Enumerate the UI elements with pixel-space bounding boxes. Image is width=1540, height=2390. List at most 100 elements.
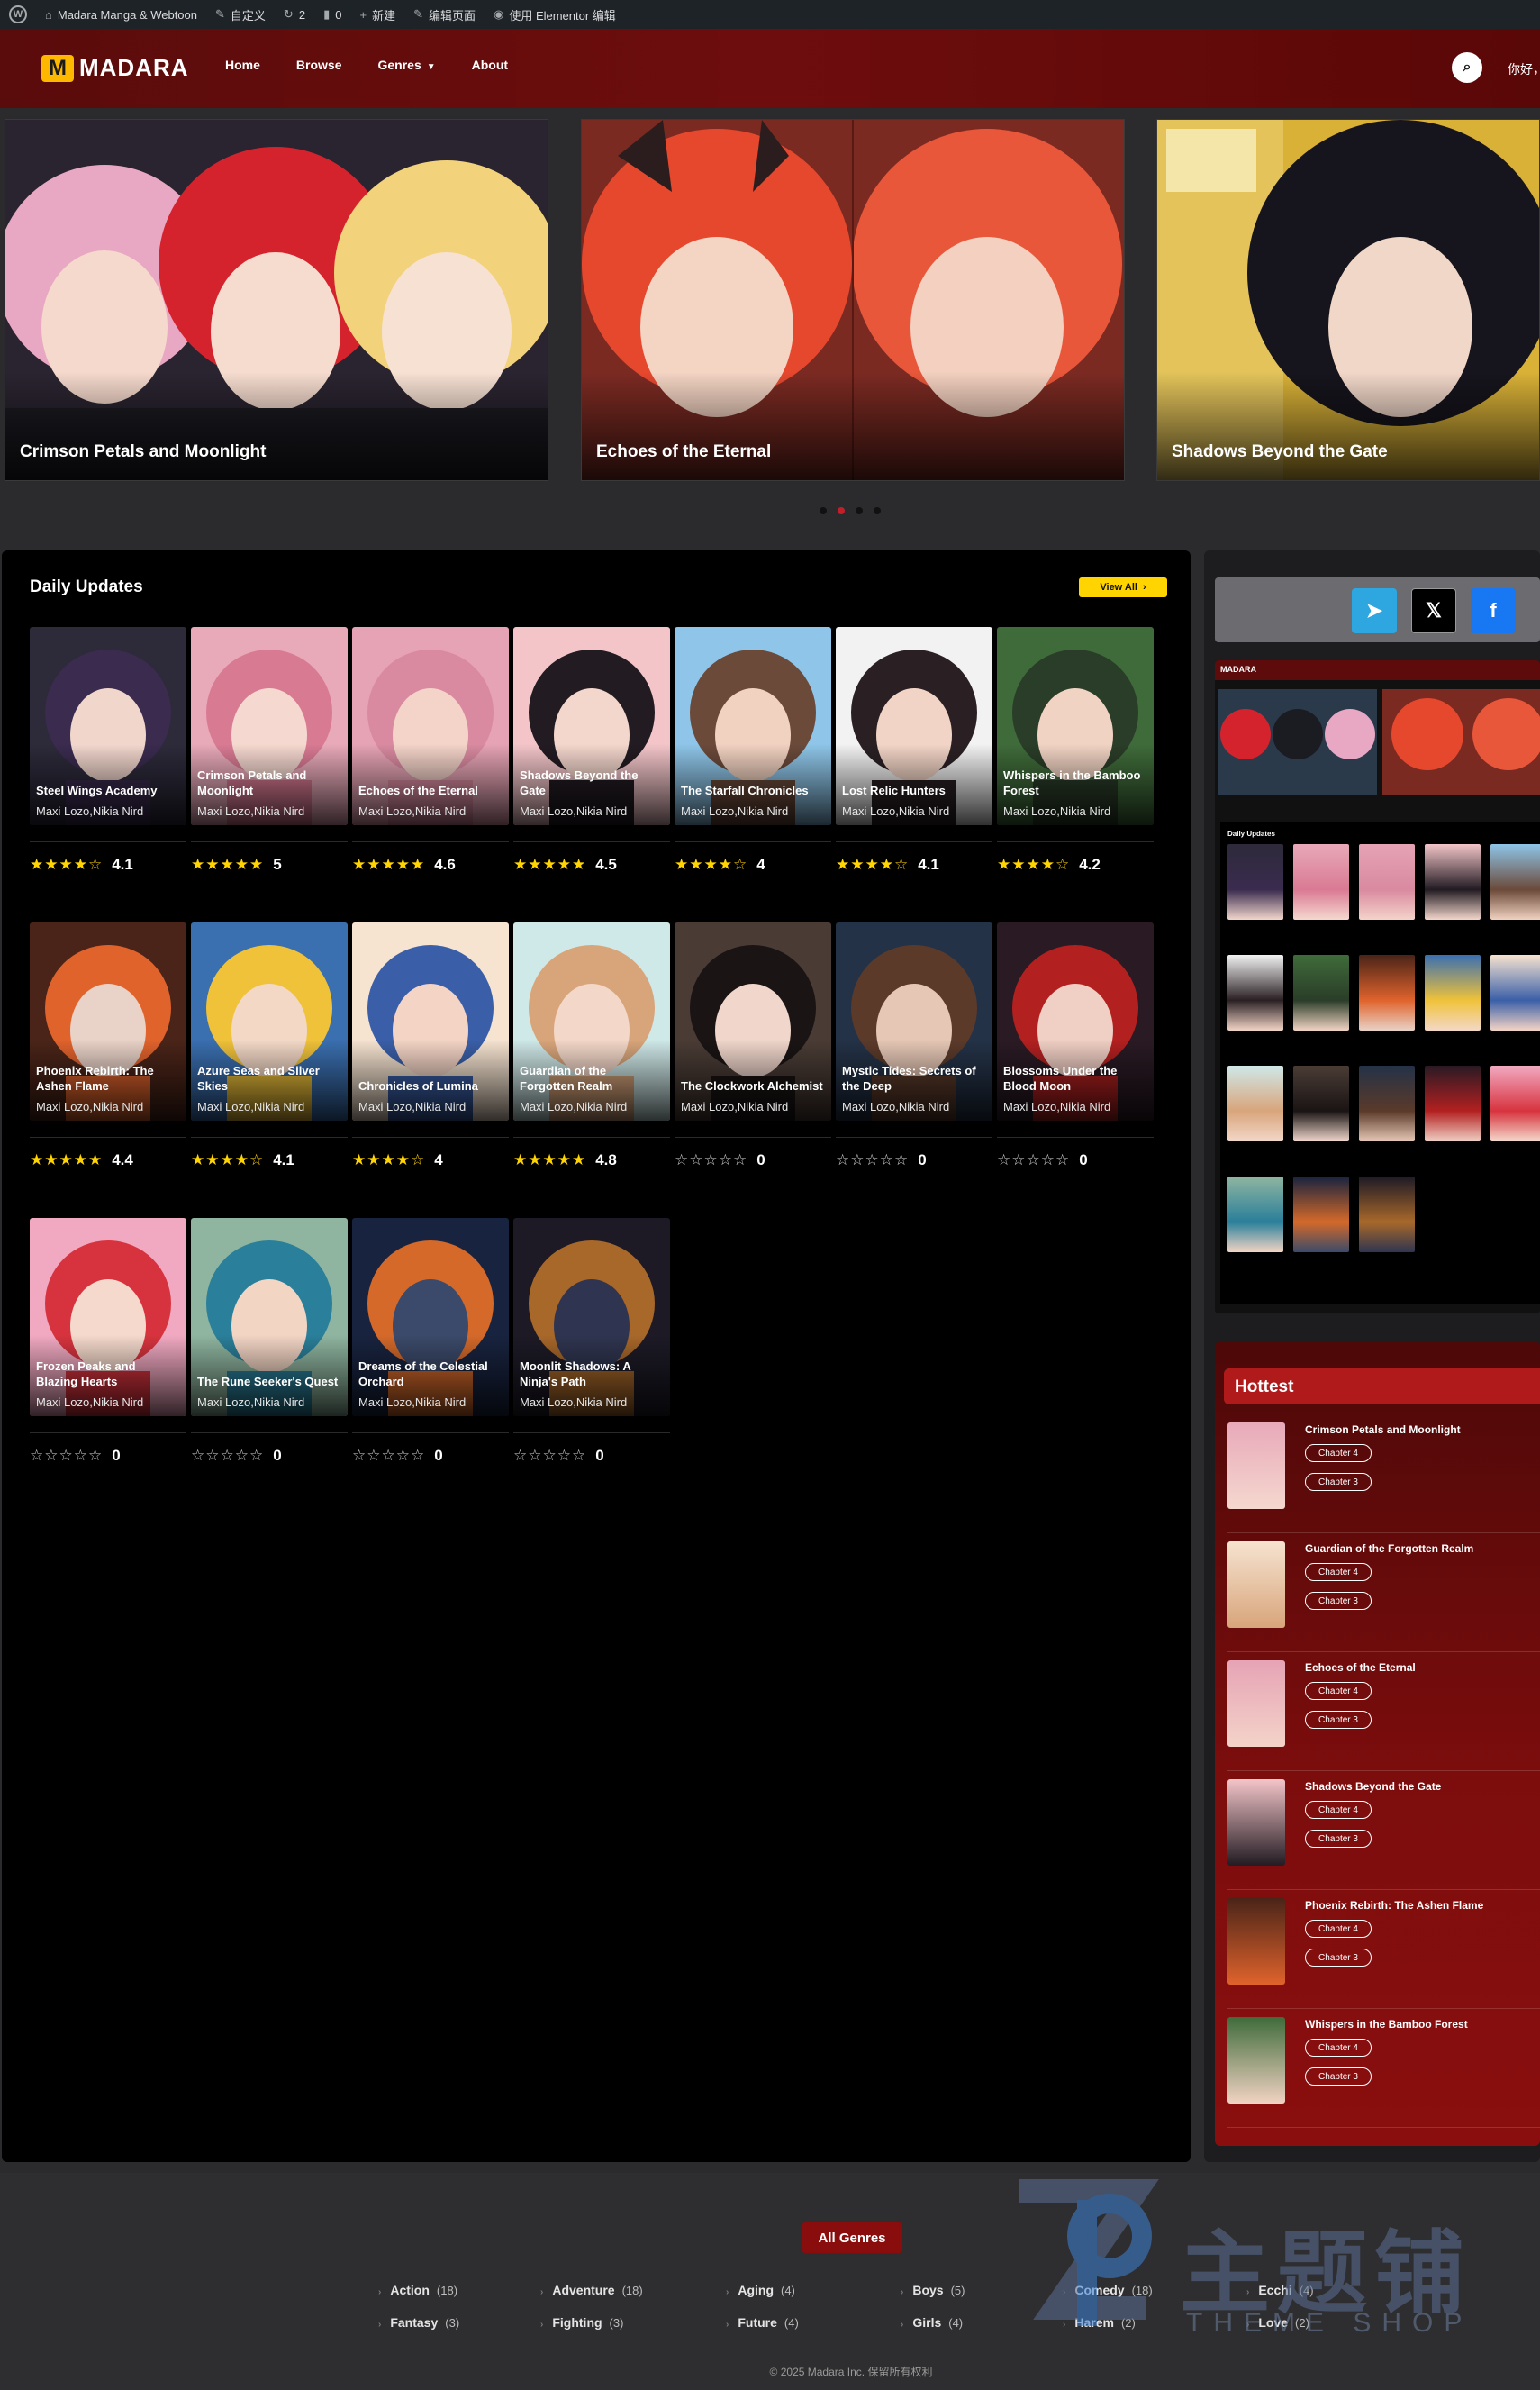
manga-card[interactable]: Lost Relic Hunters Maxi Lozo,Nikia Nird ★★… — [836, 627, 992, 906]
manga-card[interactable]: Blossoms Under the Blood Moon Maxi Lozo,N… — [997, 922, 1154, 1202]
manga-title[interactable]: Crimson Petals and Moonlight — [197, 768, 341, 798]
manga-title[interactable]: Dreams of the Celestial Orchard — [358, 1359, 503, 1389]
manga-cover[interactable]: Blossoms Under the Blood Moon Maxi Lozo,N… — [997, 922, 1154, 1121]
slider-dot-1[interactable] — [820, 507, 827, 514]
nav-home[interactable]: Home — [225, 58, 260, 72]
chapter-link[interactable]: Chapter 4 — [1305, 1563, 1372, 1581]
manga-cover[interactable]: Lost Relic Hunters Maxi Lozo,Nikia Nird — [836, 627, 992, 825]
manga-card[interactable]: Guardian of the Forgotten Realm Maxi Lozo… — [513, 922, 670, 1202]
manga-card[interactable]: Moonlit Shadows: A Ninja's Path Maxi Lozo… — [513, 1218, 670, 1497]
manga-cover[interactable]: The Rune Seeker's Quest Maxi Lozo,Nikia N… — [191, 1218, 348, 1416]
manga-title[interactable]: Blossoms Under the Blood Moon — [1003, 1063, 1147, 1094]
manga-cover[interactable]: Moonlit Shadows: A Ninja's Path Maxi Lozo… — [513, 1218, 670, 1416]
manga-title[interactable]: Lost Relic Hunters — [842, 783, 986, 798]
manga-author[interactable]: Maxi Lozo,Nikia Nird — [197, 804, 304, 818]
hottest-name[interactable]: Shadows Beyond the Gate — [1305, 1780, 1441, 1793]
chapter-link[interactable]: Chapter 3 — [1305, 1592, 1372, 1610]
manga-cover[interactable]: Dreams of the Celestial Orchard Maxi Lozo… — [352, 1218, 509, 1416]
manga-title[interactable]: The Rune Seeker's Quest — [197, 1374, 341, 1389]
chapter-link[interactable]: Chapter 3 — [1305, 1949, 1372, 1967]
manga-author[interactable]: Maxi Lozo,Nikia Nird — [197, 1100, 304, 1113]
slide-3[interactable]: Shadows Beyond the Gate — [1156, 119, 1540, 481]
manga-card[interactable]: Steel Wings Academy Maxi Lozo,Nikia Nird ★… — [30, 627, 186, 906]
search-button[interactable]: ⌕ — [1452, 52, 1482, 83]
manga-card[interactable]: Whispers in the Bamboo Forest Maxi Lozo,N… — [997, 627, 1154, 906]
manga-cover[interactable]: Mystic Tides: Secrets of the Deep Maxi Lo… — [836, 922, 992, 1121]
customize-link[interactable]: ✎ 自定义 — [206, 0, 275, 29]
manga-author[interactable]: Maxi Lozo,Nikia Nird — [520, 1395, 627, 1409]
manga-author[interactable]: Maxi Lozo,Nikia Nird — [842, 804, 949, 818]
slider-dot-3[interactable] — [856, 507, 863, 514]
site-name-link[interactable]: ⌂ Madara Manga & Webtoon — [36, 0, 206, 29]
slide-3-title[interactable]: Shadows Beyond the Gate — [1172, 442, 1388, 462]
chapter-link[interactable]: Chapter 4 — [1305, 1801, 1372, 1819]
slide-1-title[interactable]: Crimson Petals and Moonlight — [20, 442, 266, 462]
genre-link[interactable]: › Boys (5) — [901, 2283, 965, 2297]
hottest-name[interactable]: Guardian of the Forgotten Realm — [1305, 1542, 1473, 1555]
manga-author[interactable]: Maxi Lozo,Nikia Nird — [197, 1395, 304, 1409]
manga-title[interactable]: Echoes of the Eternal — [358, 783, 503, 798]
genre-link[interactable]: › Fighting (3) — [540, 2315, 623, 2330]
view-all-button[interactable]: View All › — [1079, 577, 1167, 597]
x-button[interactable]: 𝕏 — [1411, 588, 1456, 633]
site-preview-image[interactable]: MADARA Daily Updates — [1215, 660, 1540, 1313]
manga-title[interactable]: Guardian of the Forgotten Realm — [520, 1063, 664, 1094]
chapter-link[interactable]: Chapter 4 — [1305, 2039, 1372, 2057]
chapter-link[interactable]: Chapter 3 — [1305, 1473, 1372, 1491]
hottest-thumb[interactable] — [1227, 2017, 1285, 2104]
manga-card[interactable]: Shadows Beyond the Gate Maxi Lozo,Nikia N… — [513, 627, 670, 906]
hottest-thumb[interactable] — [1227, 1541, 1285, 1628]
manga-author[interactable]: Maxi Lozo,Nikia Nird — [1003, 1100, 1110, 1113]
hottest-thumb[interactable] — [1227, 1779, 1285, 1866]
nav-genres[interactable]: Genres ▼ — [377, 58, 435, 72]
slide-1[interactable]: Crimson Petals and Moonlight — [5, 119, 548, 481]
hottest-thumb[interactable] — [1227, 1898, 1285, 1985]
manga-title[interactable]: Whispers in the Bamboo Forest — [1003, 768, 1147, 798]
hottest-name[interactable]: Phoenix Rebirth: The Ashen Flame — [1305, 1899, 1483, 1912]
manga-cover[interactable]: Shadows Beyond the Gate Maxi Lozo,Nikia N… — [513, 627, 670, 825]
manga-card[interactable]: The Clockwork Alchemist Maxi Lozo,Nikia N… — [675, 922, 831, 1202]
chapter-link[interactable]: Chapter 3 — [1305, 1711, 1372, 1729]
slider-dot-4[interactable] — [874, 507, 881, 514]
manga-author[interactable]: Maxi Lozo,Nikia Nird — [681, 804, 788, 818]
site-logo[interactable]: M MADARA — [41, 54, 189, 82]
manga-title[interactable]: Moonlit Shadows: A Ninja's Path — [520, 1359, 664, 1389]
manga-title[interactable]: Frozen Peaks and Blazing Hearts — [36, 1359, 180, 1389]
manga-author[interactable]: Maxi Lozo,Nikia Nird — [1003, 804, 1110, 818]
manga-card[interactable]: Crimson Petals and Moonlight Maxi Lozo,Ni… — [191, 627, 348, 906]
slide-2-title[interactable]: Echoes of the Eternal — [596, 442, 771, 462]
chapter-link[interactable]: Chapter 3 — [1305, 1830, 1372, 1848]
manga-author[interactable]: Maxi Lozo,Nikia Nird — [36, 1395, 143, 1409]
chapter-link[interactable]: Chapter 4 — [1305, 1444, 1372, 1462]
comments-link[interactable]: ▮ 0 — [314, 0, 350, 29]
updates-link[interactable]: ↻ 2 — [275, 0, 314, 29]
manga-author[interactable]: Maxi Lozo,Nikia Nird — [842, 1100, 949, 1113]
genre-link[interactable]: › Future (4) — [726, 2315, 799, 2330]
nav-about[interactable]: About — [472, 58, 508, 72]
manga-cover[interactable]: Guardian of the Forgotten Realm Maxi Lozo… — [513, 922, 670, 1121]
manga-title[interactable]: Mystic Tides: Secrets of the Deep — [842, 1063, 986, 1094]
manga-card[interactable]: Phoenix Rebirth: The Ashen Flame Maxi Loz… — [30, 922, 186, 1202]
chapter-link[interactable]: Chapter 3 — [1305, 2067, 1372, 2086]
manga-author[interactable]: Maxi Lozo,Nikia Nird — [358, 1395, 466, 1409]
hottest-name[interactable]: Whispers in the Bamboo Forest — [1305, 2018, 1468, 2031]
hottest-name[interactable]: Echoes of the Eternal — [1305, 1661, 1416, 1674]
genre-link[interactable]: › Girls (4) — [901, 2315, 963, 2330]
manga-card[interactable]: Dreams of the Celestial Orchard Maxi Lozo… — [352, 1218, 509, 1497]
manga-title[interactable]: The Clockwork Alchemist — [681, 1078, 825, 1094]
hottest-thumb[interactable] — [1227, 1422, 1285, 1509]
manga-title[interactable]: Azure Seas and Silver Skies — [197, 1063, 341, 1094]
manga-title[interactable]: The Starfall Chronicles — [681, 783, 825, 798]
elementor-edit-link[interactable]: ◉ 使用 Elementor 编辑 — [485, 0, 625, 29]
manga-cover[interactable]: Crimson Petals and Moonlight Maxi Lozo,Ni… — [191, 627, 348, 825]
manga-cover[interactable]: Azure Seas and Silver Skies Maxi Lozo,Nik… — [191, 922, 348, 1121]
slide-2[interactable]: Echoes of the Eternal — [581, 119, 1125, 481]
manga-title[interactable]: Steel Wings Academy — [36, 783, 180, 798]
manga-author[interactable]: Maxi Lozo,Nikia Nird — [36, 1100, 143, 1113]
manga-card[interactable]: Chronicles of Lumina Maxi Lozo,Nikia Nird… — [352, 922, 509, 1202]
manga-title[interactable]: Shadows Beyond the Gate — [520, 768, 664, 798]
manga-cover[interactable]: Echoes of the Eternal Maxi Lozo,Nikia Nir… — [352, 627, 509, 825]
chapter-link[interactable]: Chapter 4 — [1305, 1920, 1372, 1938]
manga-card[interactable]: Echoes of the Eternal Maxi Lozo,Nikia Nir… — [352, 627, 509, 906]
nav-browse[interactable]: Browse — [296, 58, 342, 72]
